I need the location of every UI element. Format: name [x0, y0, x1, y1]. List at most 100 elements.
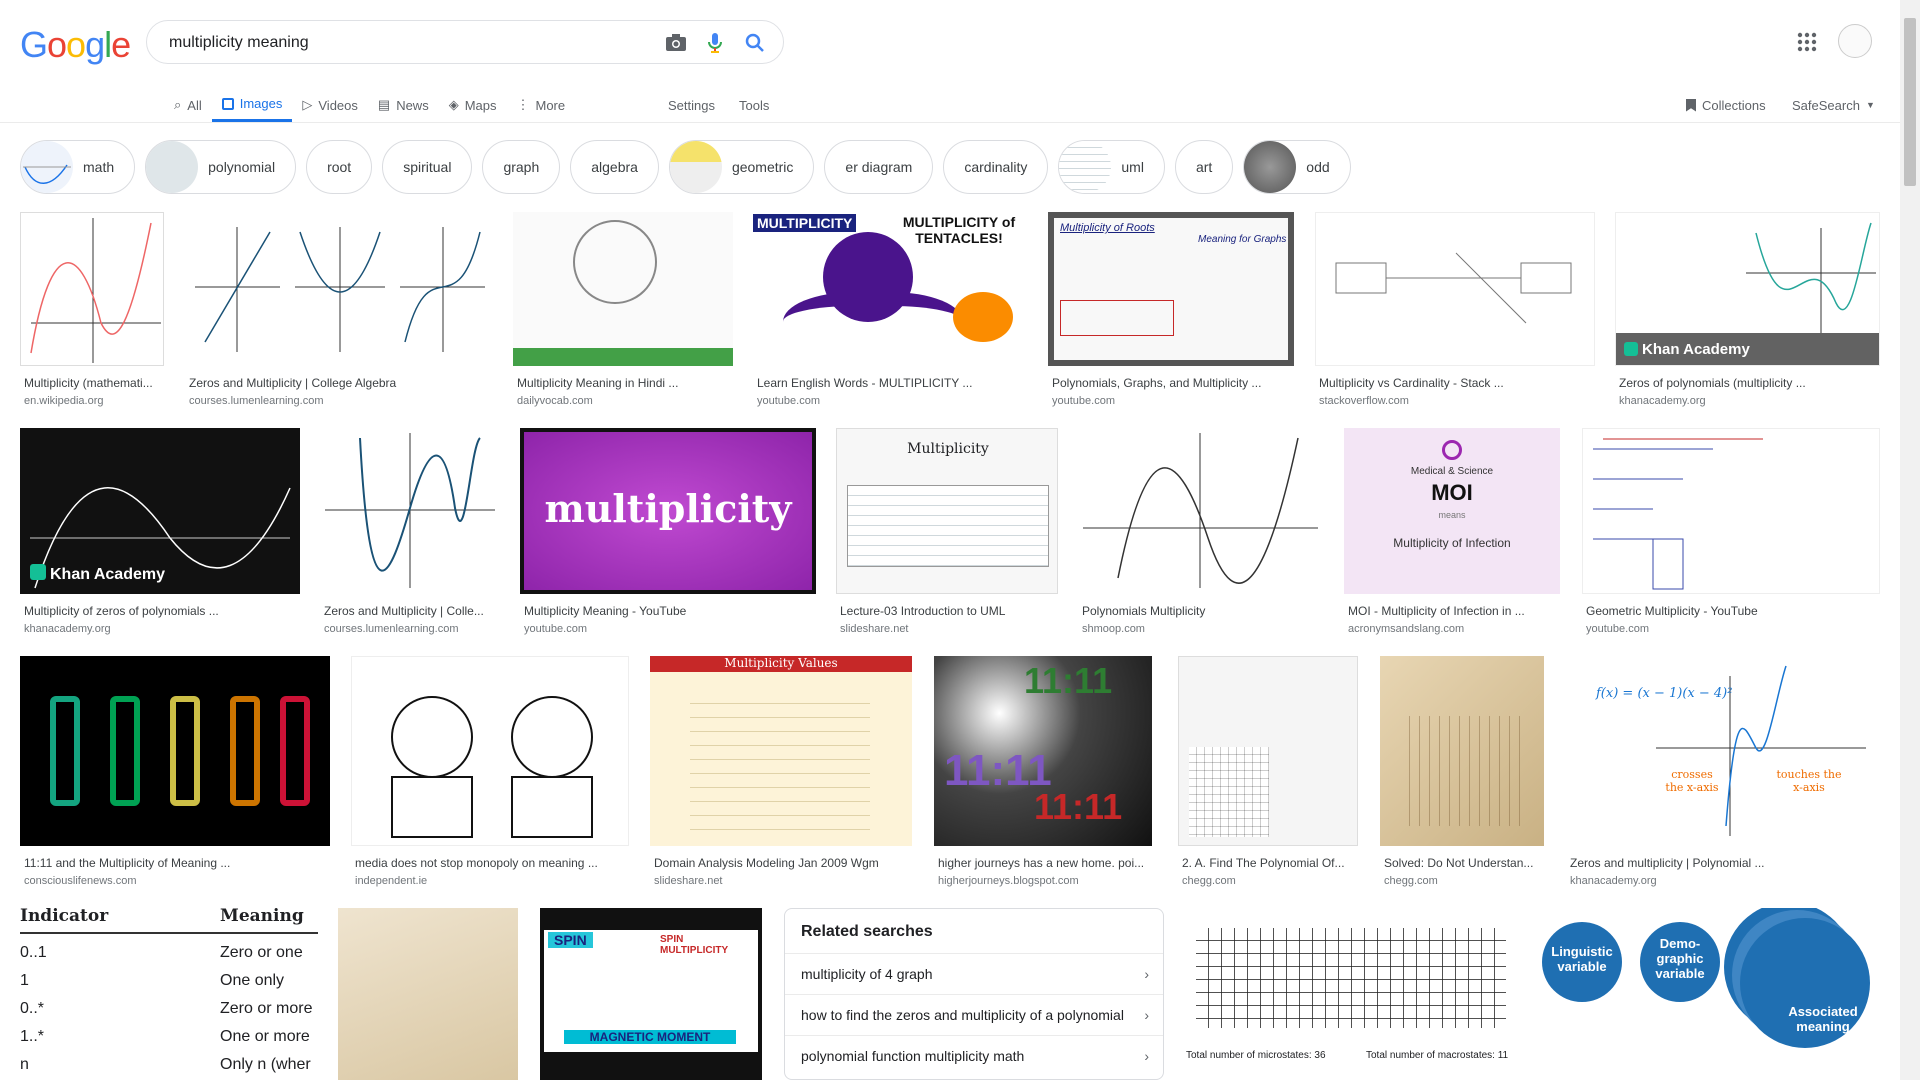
chip-art[interactable]: art [1174, 140, 1234, 194]
safesearch-menu[interactable]: SafeSearch ▼ [1792, 88, 1875, 122]
search-icon[interactable] [743, 31, 767, 55]
collections-link[interactable]: Collections [1686, 88, 1766, 122]
image-result[interactable]: media does not stop monopoly on meaning … [351, 656, 629, 890]
tab-label: News [396, 97, 429, 113]
chip-geometric[interactable]: geometric [668, 140, 815, 194]
image-result[interactable]: Multiplicity Lecture-03 Introduction to … [836, 428, 1058, 638]
tab-more[interactable]: ⋮ More [507, 88, 576, 122]
tab-maps[interactable]: ◈ Maps [439, 88, 507, 122]
image-result[interactable]: Polynomials Multiplicity shmoop.com [1078, 428, 1324, 638]
result-source: youtube.com [524, 623, 587, 635]
image-result[interactable]: Multiplicity of Roots Meaning for Graphs… [1048, 212, 1294, 410]
related-searches-card: Related searches multiplicity of 4 graph… [784, 908, 1164, 1080]
image-result[interactable]: multiplicity Multiplicity Meaning - YouT… [520, 428, 816, 638]
chip-algebra[interactable]: algebra [570, 140, 659, 194]
tools-link[interactable]: Tools [739, 88, 769, 122]
result-thumbnail: SPIN SPIN MULTIPLICITY MAGNETIC MOMENT [540, 908, 762, 1080]
thumb-text: Medical & Science [1410, 466, 1494, 477]
tab-news[interactable]: ▤ News [368, 88, 439, 122]
related-search-item[interactable]: multiplicity of 4 graph › [785, 953, 1163, 994]
result-thumbnail: Multiplicity Values [650, 656, 912, 846]
logo-letter: o [66, 24, 86, 65]
image-result[interactable]: f(x) = (x − 1)(x − 4)² crosses the x-axi… [1566, 656, 1880, 890]
chip-label: spiritual [403, 159, 452, 175]
thumb-text: Indicator [20, 906, 109, 926]
thumb-text: Multiplicity Values [650, 656, 912, 672]
settings-link[interactable]: Settings [668, 88, 715, 122]
result-caption: higher journeys has a new home. poi... [938, 856, 1145, 870]
thumb-text: touches the x-axis [1776, 768, 1842, 794]
image-result[interactable]: 11:11 and the Multiplicity of Meaning ..… [20, 656, 330, 890]
khan-logo-icon [1624, 342, 1638, 356]
image-result[interactable]: Zeros and Multiplicity | Colle... course… [320, 428, 500, 638]
search-icon: ⌕ [174, 97, 182, 112]
result-source: khanacademy.org [1570, 875, 1657, 887]
image-result[interactable]: Total number of microstates: 36 Total nu… [1186, 908, 1520, 1080]
result-caption: Zeros and Multiplicity | College Algebra [189, 376, 397, 390]
image-result[interactable]: MULTIPLICITY MULTIPLICITY of TENTACLES! … [753, 212, 1029, 410]
chip-odd[interactable]: odd [1243, 140, 1351, 194]
image-result[interactable]: 2. A. Find The Polynomial Of... chegg.co… [1178, 656, 1358, 890]
image-result[interactable]: Multiplicity Values Domain Analysis Mode… [650, 656, 912, 890]
thumb-text: 1 [20, 972, 29, 989]
chip-math[interactable]: math [20, 140, 136, 194]
collections-label: Collections [1702, 97, 1766, 113]
thumb-text: Meaning for Graphs [1198, 234, 1287, 245]
image-result[interactable]: Khan Academy Zeros of polynomials (multi… [1615, 212, 1880, 410]
result-source: chegg.com [1384, 875, 1438, 887]
related-search-item[interactable]: how to find the zeros and multiplicity o… [785, 994, 1163, 1035]
image-result[interactable]: Multiplicity (mathemati... en.wikipedia.… [20, 212, 164, 410]
google-logo[interactable]: Google [20, 24, 131, 66]
result-caption: Multiplicity of zeros of polynomials ... [24, 604, 219, 618]
page-scrollbar[interactable] [1900, 0, 1920, 1080]
chip-uml[interactable]: uml [1058, 140, 1165, 194]
result-thumbnail [1582, 428, 1880, 594]
image-result[interactable] [338, 908, 518, 1080]
result-caption: MOI - Multiplicity of Infection in ... [1348, 604, 1525, 618]
search-input[interactable] [167, 30, 651, 56]
image-result[interactable]: Indicator Meaning 0..1 Zero or one 1 One… [20, 906, 318, 1080]
result-thumbnail [351, 656, 629, 846]
related-search-text: multiplicity of 4 graph [801, 966, 933, 982]
scrollbar-thumb[interactable] [1904, 18, 1916, 186]
result-source: courses.lumenlearning.com [189, 395, 324, 407]
result-caption: Zeros and multiplicity | Polynomial ... [1570, 856, 1765, 870]
image-result[interactable]: 11:11 11:11 11:11 higher journeys has a … [934, 656, 1152, 890]
image-result[interactable]: Medical & Science MOI means Multiplicity… [1344, 428, 1560, 638]
result-source: youtube.com [757, 395, 820, 407]
image-result[interactable]: Khan Academy Multiplicity of zeros of po… [20, 428, 300, 638]
camera-icon[interactable] [664, 31, 688, 55]
thumb-text: MOI [1431, 480, 1473, 505]
image-result[interactable]: Solved: Do Not Understan... chegg.com [1380, 656, 1544, 890]
refinement-chips: math polynomial root spiritual graph alg… [20, 140, 1351, 196]
chip-cardinality[interactable]: cardinality [943, 140, 1049, 194]
chip-graph[interactable]: graph [482, 140, 561, 194]
thumb-text: Demo-graphic variable [1655, 936, 1705, 981]
image-result[interactable]: Geometric Multiplicity - YouTube youtube… [1582, 428, 1880, 638]
related-search-item[interactable]: polynomial function multiplicity math › [785, 1035, 1163, 1076]
thumb-text: Zero or one [220, 944, 303, 961]
thumb-text: n [20, 1056, 29, 1073]
chip-root[interactable]: root [306, 140, 373, 194]
image-result[interactable]: Multiplicity Meaning in Hindi ... dailyv… [513, 212, 733, 410]
result-source: courses.lumenlearning.com [324, 623, 459, 635]
chip-polynomial[interactable]: polynomial [145, 140, 297, 194]
account-avatar[interactable] [1838, 24, 1872, 58]
result-thumbnail: Total number of microstates: 36 Total nu… [1186, 908, 1520, 1080]
tab-videos[interactable]: ▷ Videos [292, 88, 368, 122]
microphone-icon[interactable] [703, 31, 727, 55]
search-tabs: ⌕ All Images ▷ Videos ▤ News ◈ Maps ⋮ More [164, 88, 575, 122]
tab-all[interactable]: ⌕ All [164, 88, 212, 122]
image-result[interactable]: Linguistic variable Demo-graphic variabl… [1540, 908, 1880, 1080]
chip-label: geometric [731, 159, 794, 175]
image-result[interactable]: Zeros and Multiplicity | College Algebra… [185, 212, 493, 410]
chip-spiritual[interactable]: spiritual [382, 140, 473, 194]
tab-images[interactable]: Images [211, 88, 293, 122]
chip-er-diagram[interactable]: er diagram [824, 140, 934, 194]
apps-grid-icon[interactable] [1795, 30, 1819, 54]
image-result[interactable]: SPIN SPIN MULTIPLICITY MAGNETIC MOMENT [540, 908, 762, 1080]
tab-label: More [535, 97, 566, 113]
result-thumbnail: Khan Academy [20, 428, 300, 594]
image-result[interactable]: Multiplicity vs Cardinality - Stack ... … [1315, 212, 1595, 410]
result-source: dailyvocab.com [517, 395, 593, 407]
